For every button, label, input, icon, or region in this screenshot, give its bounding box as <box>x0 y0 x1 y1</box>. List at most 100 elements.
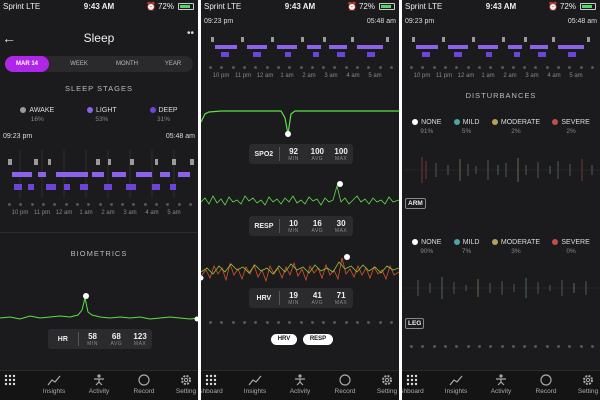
sleep-start-time: 09:23 pm <box>204 18 234 25</box>
insights-icon <box>47 375 61 386</box>
timeline-dots <box>209 66 393 70</box>
time-label: 5 am <box>167 210 181 216</box>
tab-dashboard[interactable] <box>0 374 30 388</box>
sleep-panel: Sprint LTE 9:43 AM ⏰ 72% ← Sleep •• MAR 1… <box>0 0 198 400</box>
sleep-end-time: 05:48 am <box>165 133 195 140</box>
time-label: 1 am <box>79 210 93 216</box>
tab-activity[interactable]: Activity <box>280 374 320 395</box>
tab-bar: Insights Activity Record Setting <box>0 370 198 400</box>
arm-movement-chart <box>402 157 600 183</box>
status-bar: Sprint LTE 9:43 AM ⏰ 72% <box>402 0 600 14</box>
arm-label: ARM <box>405 198 426 209</box>
alarm-icon: ⏰ <box>146 2 156 11</box>
tab-settings[interactable]: Setting <box>367 374 399 395</box>
tab-settings[interactable]: Setting <box>166 374 198 395</box>
timeline-dots <box>209 321 393 325</box>
time-label: 10 pm <box>11 210 29 216</box>
disturbances-heading: DISTURBANCES <box>465 91 537 100</box>
tab-record[interactable]: Record <box>526 374 566 395</box>
hr-stats: HR 58 MIN 68 AVG 123 MAX <box>48 329 152 349</box>
tab-record[interactable]: Record <box>325 374 365 395</box>
dashboard-icon <box>205 374 217 386</box>
tab-record[interactable]: Record <box>124 374 164 395</box>
leg-label: LEG <box>405 318 425 329</box>
tab-bar: shboard Insights Activity Record Setting <box>201 370 399 400</box>
sleep-end-time: 05:48 am <box>567 18 597 25</box>
sleep-stages-heading: SLEEP STAGES <box>65 84 133 93</box>
time-label: 2 am <box>101 210 115 216</box>
tab-bar: shboard Insights Activity Record Setting <box>402 370 600 400</box>
hr-min: 58 <box>88 331 98 341</box>
sleep-start-time: 09:23 pm <box>405 18 435 25</box>
hr-label: HR <box>57 335 68 343</box>
period-segmented-control: MAR 14 WEEK MONTH YEAR <box>5 56 193 72</box>
tab-settings[interactable]: Setting <box>568 374 600 395</box>
leg-movement-chart <box>402 277 600 299</box>
tab-dashboard[interactable]: shboard <box>201 374 231 395</box>
hrv-stats: HRV 19 MIN 41 AVG 71 MAX <box>249 288 353 308</box>
leg-legend: NONE 90% MILD 7% MODERATE 3% SEVERE 0% <box>402 239 600 255</box>
hypnogram <box>8 150 194 198</box>
page-title: Sleep <box>83 31 115 45</box>
time-label: 12 am <box>55 210 73 216</box>
hr-avg: 68 <box>111 331 121 341</box>
biometrics-heading: BIOMETRICS <box>70 249 128 258</box>
gear-icon <box>382 375 392 385</box>
respiration-chart <box>201 181 399 206</box>
resp-toggle-pill[interactable]: RESP <box>303 334 333 345</box>
tab-insights[interactable]: Insights <box>235 374 275 395</box>
sleep-stages-legend: AWAKE 16% LIGHT 53% DEEP 31% <box>0 107 198 123</box>
record-icon <box>339 374 351 386</box>
battery-icon <box>178 3 194 10</box>
segment-month[interactable]: MONTH <box>105 56 149 72</box>
alarm-icon: ⏰ <box>347 2 357 11</box>
dashboard-icon <box>406 374 418 386</box>
tab-insights[interactable]: Insights <box>436 374 476 395</box>
hrv-chart <box>201 254 399 283</box>
tab-activity[interactable]: Activity <box>481 374 521 395</box>
more-icon[interactable]: •• <box>187 28 194 39</box>
timeline-dots <box>410 345 594 349</box>
insights-icon <box>449 375 463 386</box>
arm-legend: NONE 91% MILD 5% MODERATE 2% SEVERE 2% <box>402 119 600 135</box>
segment-week[interactable]: WEEK <box>57 56 101 72</box>
status-bar: Sprint LTE 9:43 AM ⏰ 72% <box>0 0 198 14</box>
time-label: 3 am <box>123 210 137 216</box>
tab-activity[interactable]: Activity <box>79 374 119 395</box>
legend-light: LIGHT 53% <box>87 107 117 123</box>
segment-mar-14[interactable]: MAR 14 <box>5 56 49 72</box>
battery-icon <box>580 3 596 10</box>
spo2-stats: SPO2 92 MIN 100 AVG 100 MAX <box>249 144 353 164</box>
disturbances-panel: Sprint LTE 9:43 AM ⏰ 72% 09:23 pm 05:48 a… <box>402 0 600 400</box>
biometrics-panel: Sprint LTE 9:43 AM ⏰ 72% 09:23 pm 05:48 a… <box>201 0 399 400</box>
hrv-toggle-pill[interactable]: HRV <box>271 334 297 345</box>
dashboard-icon <box>4 374 16 386</box>
activity-icon <box>496 374 506 386</box>
legend-deep: DEEP 31% <box>149 107 178 123</box>
time-label: 4 am <box>145 210 159 216</box>
hr-max: 123 <box>133 331 147 341</box>
tab-dashboard[interactable]: shboard <box>402 374 432 395</box>
sleep-end-time: 05:48 am <box>366 18 396 25</box>
gear-icon <box>583 375 593 385</box>
activity-icon <box>94 374 104 386</box>
tab-insights[interactable]: Insights <box>34 374 74 395</box>
hypnogram-mini <box>412 37 590 57</box>
alarm-icon: ⏰ <box>548 2 558 11</box>
status-bar: Sprint LTE 9:43 AM ⏰ 72% <box>201 0 399 14</box>
record-icon <box>138 374 150 386</box>
legend-awake: AWAKE 16% <box>20 107 54 123</box>
record-icon <box>540 374 552 386</box>
segment-year[interactable]: YEAR <box>151 56 195 72</box>
timeline-dots <box>410 66 594 70</box>
spo2-chart <box>201 110 399 137</box>
timeline-dots <box>8 203 192 207</box>
resp-stats: RESP 10 MIN 16 AVG 30 MAX <box>249 216 353 236</box>
battery-percent: 72% <box>157 2 174 11</box>
time-label: 11 pm <box>33 210 51 216</box>
insights-icon <box>248 375 262 386</box>
sleep-start-time: 09:23 pm <box>3 133 33 140</box>
battery-icon <box>379 3 395 10</box>
hypnogram-mini <box>211 37 389 57</box>
divider <box>0 232 198 233</box>
